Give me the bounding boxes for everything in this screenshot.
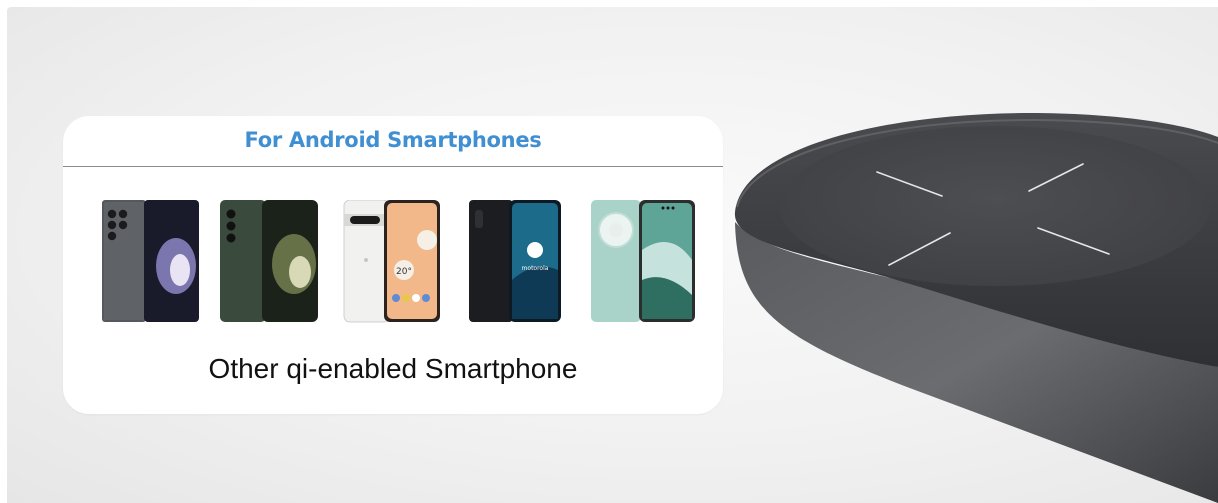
phone-samsung-s23-image <box>220 200 318 322</box>
product-scene: For Android Smartphones 20° motorola Oth… <box>7 7 1218 503</box>
product-banner: For Android Smartphones 20° motorola Oth… <box>0 0 1218 503</box>
card-title: For Android Smartphones <box>244 128 542 152</box>
phone-google-pixel-image: 20° <box>343 200 440 323</box>
phone-samsung-s23-ultra-image <box>102 200 199 322</box>
compatibility-caption: Other qi-enabled Smartphone <box>208 353 578 384</box>
svg-text:motorola: motorola <box>522 265 549 272</box>
phone-motorola-image: motorola <box>469 200 561 322</box>
charging-pad <box>780 126 1210 286</box>
compatibility-card: For Android Smartphones 20° motorola Oth… <box>63 116 723 414</box>
svg-text:20°: 20° <box>396 267 412 277</box>
card-divider <box>63 166 723 167</box>
phone-gallery: 20° motorola <box>102 200 695 323</box>
phone-huawei-image <box>591 200 695 322</box>
